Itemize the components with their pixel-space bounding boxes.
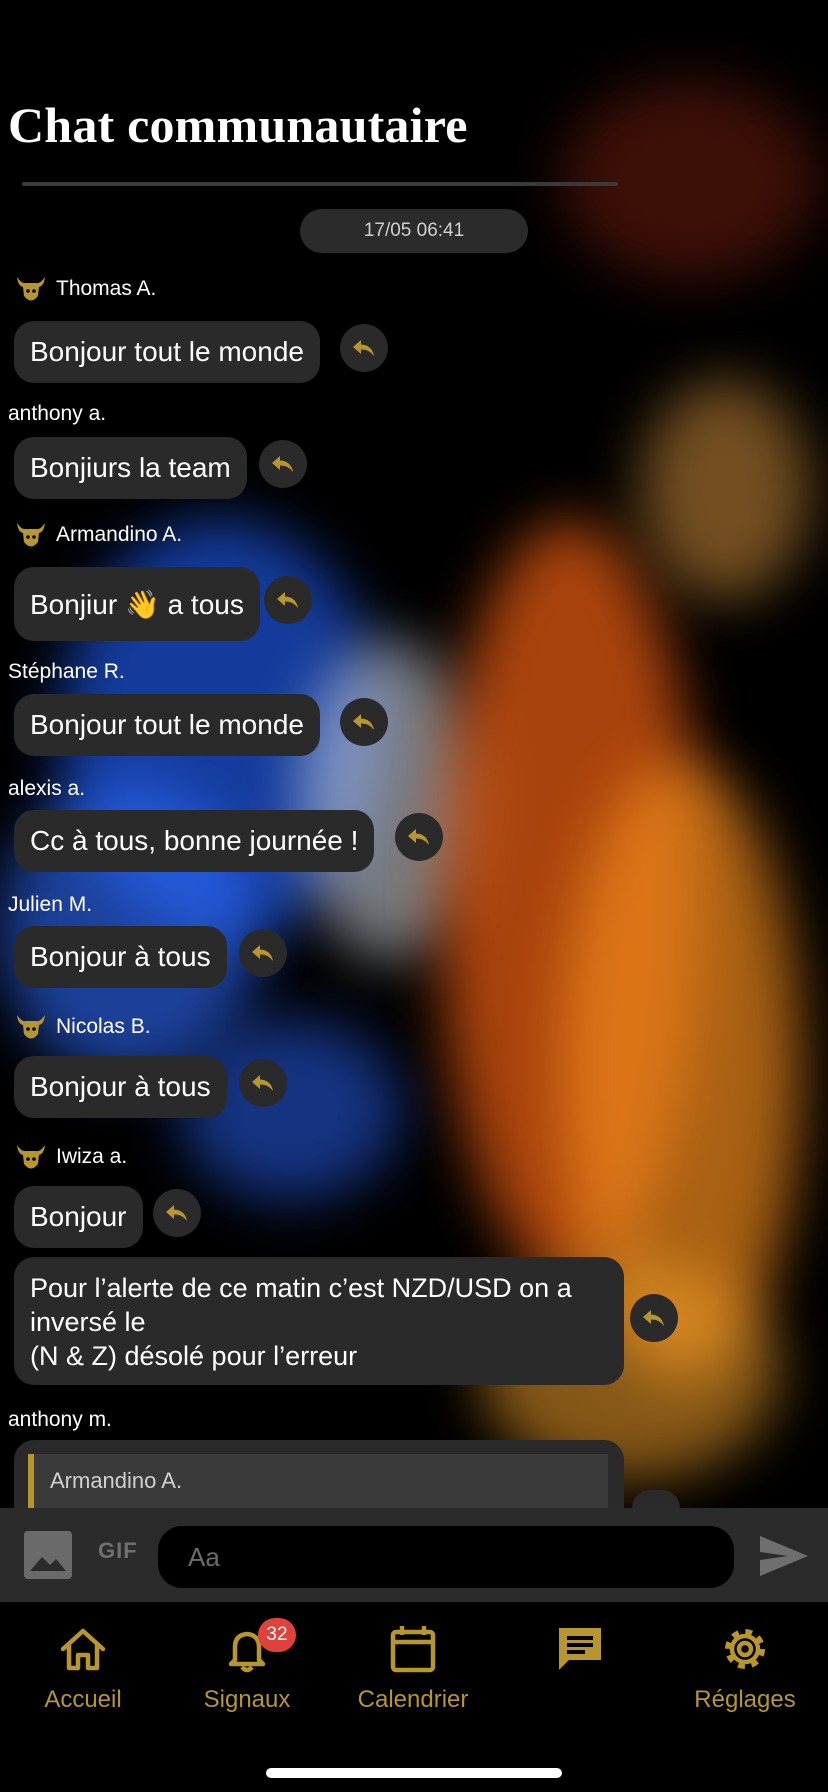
- reply-icon: [277, 592, 298, 608]
- tab-calendrier[interactable]: Calendrier: [338, 1622, 488, 1714]
- chat-icon: [559, 1628, 601, 1670]
- sender-name: Nicolas B.: [56, 1015, 151, 1038]
- date-separator: 17/05 06:41: [300, 209, 528, 253]
- composer-bar: GIF: [0, 1508, 828, 1602]
- divider: [22, 182, 618, 186]
- reply-icon: [408, 829, 429, 845]
- reply-icon: [353, 340, 374, 356]
- message-sender: Stéphane R.: [8, 660, 125, 684]
- tab-label: Accueil: [44, 1686, 122, 1713]
- message-input[interactable]: [158, 1526, 734, 1588]
- home-icon: [60, 1628, 106, 1671]
- message-bubble[interactable]: Bonjour tout le monde: [14, 694, 320, 756]
- reply-button[interactable]: [239, 1059, 287, 1107]
- gear-icon: [725, 1629, 765, 1669]
- reply-button[interactable]: [340, 324, 388, 372]
- tab-label: Signaux: [203, 1686, 291, 1713]
- notification-badge: 32: [258, 1618, 296, 1652]
- reply-button[interactable]: [632, 1490, 680, 1508]
- bull-badge-icon: [17, 1145, 45, 1169]
- reply-icon: [252, 1075, 273, 1091]
- tab-label: Calendrier: [357, 1686, 469, 1713]
- message-sender: Julien M.: [8, 893, 92, 917]
- message-bubble[interactable]: Bonjour à tous: [14, 926, 227, 988]
- reply-button[interactable]: [630, 1294, 678, 1342]
- reply-icon: [252, 945, 273, 961]
- message-bubble[interactable]: Bonjour tout le monde: [14, 321, 320, 383]
- tab-reglages[interactable]: Réglages: [670, 1622, 820, 1714]
- bull-badge-icon: [17, 523, 45, 547]
- sender-name: alexis a.: [8, 777, 86, 800]
- message-bubble[interactable]: Bonjour: [14, 1186, 143, 1248]
- sender-name: anthony a.: [8, 402, 107, 425]
- sender-name: anthony m.: [8, 1408, 112, 1431]
- message-sender: Armandino A.: [14, 518, 182, 552]
- bottom-tab-bar: Accueil 32 Signaux Calendrier Réglages: [0, 1602, 828, 1792]
- calendar-icon: [390, 1626, 436, 1673]
- reply-button[interactable]: [259, 440, 307, 488]
- tab-accueil[interactable]: Accueil: [8, 1622, 158, 1714]
- quoted-sender: Armandino A.: [50, 1468, 183, 1493]
- message-sender: anthony m.: [8, 1408, 112, 1432]
- tab-label: Réglages: [694, 1686, 796, 1713]
- message-bubble[interactable]: Bonjiur 👋 a tous: [14, 567, 260, 641]
- tab-signaux[interactable]: 32 Signaux: [172, 1618, 322, 1714]
- reply-icon: [353, 714, 374, 730]
- home-indicator: [266, 1768, 562, 1778]
- bull-badge-icon: [17, 1015, 45, 1039]
- message-bubble[interactable]: Cc à tous, bonne journée !: [14, 810, 375, 872]
- reply-icon: [643, 1310, 664, 1326]
- message-text: Pour l’alerte de ce matin c’est NZD/USD …: [30, 1273, 572, 1371]
- sender-name: Julien M.: [8, 893, 93, 916]
- quoted-message[interactable]: Armandino A.: [28, 1454, 608, 1514]
- reply-button[interactable]: [264, 576, 312, 624]
- sender-name: Thomas A.: [56, 277, 157, 300]
- image-picker-button[interactable]: [24, 1531, 72, 1579]
- send-icon[interactable]: [758, 1532, 810, 1580]
- tab-chat[interactable]: [505, 1622, 655, 1686]
- message-sender: Nicolas B.: [14, 1010, 151, 1044]
- sender-name: Iwiza a.: [56, 1145, 128, 1168]
- image-icon: [24, 1531, 72, 1579]
- message-bubble[interactable]: Bonjiurs la team: [14, 437, 247, 499]
- gif-button[interactable]: GIF: [98, 1538, 138, 1564]
- sender-name: Stéphane R.: [8, 660, 125, 683]
- reply-button[interactable]: [340, 698, 388, 746]
- bull-badge-icon: [17, 277, 45, 301]
- reply-button[interactable]: [395, 813, 443, 861]
- message-bubble[interactable]: Bonjour à tous: [14, 1056, 227, 1118]
- reply-icon: [272, 456, 293, 472]
- message-bubble[interactable]: Pour l’alerte de ce matin c’est NZD/USD …: [14, 1257, 624, 1385]
- message-sender: alexis a.: [8, 777, 85, 801]
- reply-button[interactable]: [153, 1189, 201, 1237]
- sender-name: Armandino A.: [56, 523, 183, 546]
- reply-icon: [166, 1205, 187, 1221]
- reply-button[interactable]: [239, 929, 287, 977]
- page-title: Chat communautaire: [8, 97, 468, 153]
- message-sender: Thomas A.: [14, 272, 156, 306]
- message-sender: anthony a.: [8, 402, 106, 426]
- message-sender: Iwiza a.: [14, 1140, 127, 1174]
